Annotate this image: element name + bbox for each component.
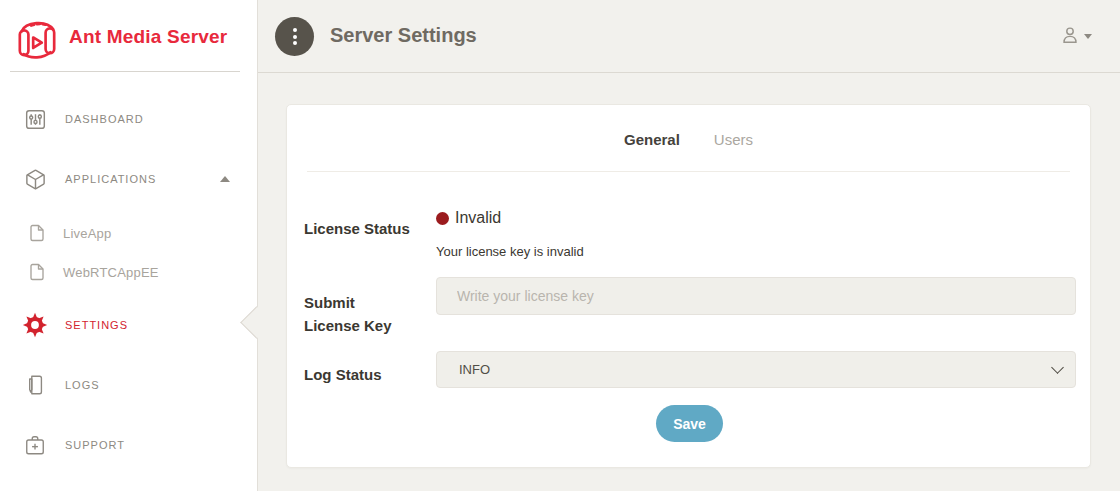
tab-divider — [307, 171, 1070, 172]
logs-icon — [22, 374, 48, 396]
submit-license-key-label: Submit License Key — [304, 291, 414, 337]
sidebar-item-label: SUPPORT — [65, 439, 125, 451]
applications-icon — [22, 168, 48, 191]
settings-card: General Users License Status Invalid You… — [286, 104, 1091, 468]
log-status-label: Log Status — [304, 363, 382, 386]
sidebar-item-label: LiveApp — [63, 226, 111, 241]
license-status-label: License Status — [304, 217, 410, 240]
license-key-input[interactable] — [436, 277, 1076, 315]
menu-kebab-button[interactable] — [275, 17, 314, 56]
tab-users[interactable]: Users — [714, 131, 753, 148]
sidebar-item-support[interactable]: SUPPORT — [0, 425, 257, 465]
tab-general[interactable]: General — [624, 131, 680, 148]
file-icon — [24, 224, 50, 242]
sidebar-divider — [10, 71, 240, 72]
sidebar-item-liveapp[interactable]: LiveApp — [0, 213, 257, 253]
chevron-down-icon — [1051, 361, 1064, 374]
sidebar-item-logs[interactable]: LOGS — [0, 365, 257, 405]
sidebar-item-label: LOGS — [65, 379, 100, 391]
chevron-up-icon — [220, 176, 230, 182]
topbar: Server Settings — [258, 0, 1120, 73]
sidebar-item-label: WebRTCAppEE — [63, 265, 159, 280]
chevron-down-icon — [1084, 34, 1092, 39]
save-button[interactable]: Save — [656, 405, 723, 442]
brand-logo[interactable]: Ant Media Server — [16, 15, 227, 59]
sidebar-item-settings[interactable]: SETTINGS — [0, 305, 257, 345]
user-menu-button[interactable] — [1059, 24, 1092, 46]
page-title: Server Settings — [330, 24, 477, 47]
dashboard-icon — [22, 108, 48, 131]
sidebar-item-label: APPLICATIONS — [65, 173, 156, 185]
status-dot-icon — [436, 212, 449, 225]
gear-icon — [22, 311, 48, 339]
license-status-value: Invalid — [436, 209, 501, 227]
ant-media-logo-icon — [16, 15, 58, 59]
sidebar-item-label: SETTINGS — [65, 319, 128, 331]
sidebar: Ant Media Server DASHBOARD APPLICATIONS — [0, 0, 258, 491]
support-icon — [22, 434, 48, 456]
tab-bar: General Users — [287, 131, 1090, 148]
log-status-select[interactable]: INFO — [436, 351, 1076, 388]
license-status-help: Your license key is invalid — [436, 244, 584, 259]
brand-name: Ant Media Server — [69, 26, 227, 48]
sidebar-item-dashboard[interactable]: DASHBOARD — [0, 99, 257, 139]
sidebar-item-label: DASHBOARD — [65, 113, 144, 125]
user-icon — [1059, 24, 1081, 46]
sidebar-item-webrtcappee[interactable]: WebRTCAppEE — [0, 252, 257, 292]
file-icon — [24, 263, 50, 281]
sidebar-item-applications[interactable]: APPLICATIONS — [0, 159, 257, 199]
